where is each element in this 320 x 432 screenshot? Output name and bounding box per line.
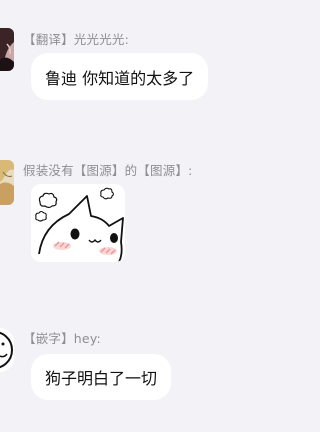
message-text: 鲁迪 你知道的太多了 — [45, 68, 195, 88]
message-bubble[interactable]: 狗子明白了一切 — [31, 354, 172, 400]
chat-message: 【翻译】光光光光: 鲁迪 你知道的太多了 — [0, 0, 303, 110]
anime-girl-avatar[interactable] — [0, 160, 14, 205]
doodle-face-avatar[interactable] — [0, 328, 14, 372]
dark-anime-avatar[interactable] — [0, 28, 14, 71]
message-bubble[interactable]: 鲁迪 你知道的太多了 — [31, 53, 209, 100]
blushing-cat-sticker[interactable] — [31, 184, 125, 262]
sender-name: 假装没有【图源】的【图源】: — [23, 163, 193, 178]
chat-message: 假装没有【图源】的【图源】: — [0, 150, 303, 270]
sender-name: 【翻译】光光光光: — [23, 32, 130, 47]
sender-name: 【嵌字】hey: — [23, 331, 101, 346]
chat-message: 【嵌字】hey: 狗子明白了一切 — [0, 320, 303, 432]
message-text: 狗子明白了一切 — [45, 369, 158, 388]
